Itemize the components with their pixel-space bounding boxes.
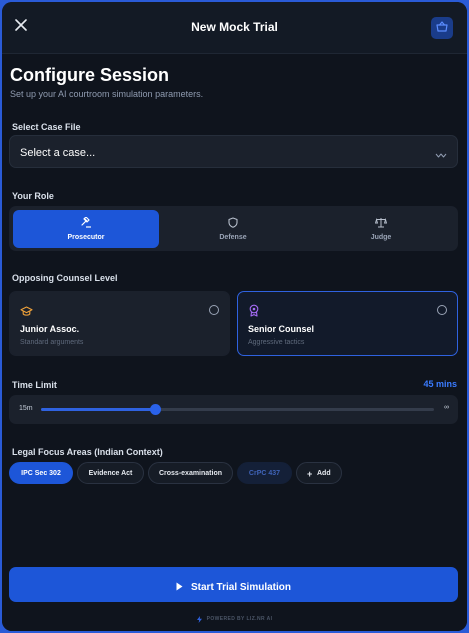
case-file-label: Select Case File: [12, 122, 81, 132]
slider-thumb[interactable]: [149, 404, 161, 415]
focus-chip-cross-examination[interactable]: Cross-examination: [148, 462, 233, 484]
slider-max-label: ∞: [444, 404, 449, 411]
play-icon: [176, 578, 183, 596]
powered-by-text: POWERED BY LIZ.NR AI: [206, 616, 273, 622]
powered-by: POWERED BY LIZ.NR AI: [2, 610, 467, 628]
start-simulation-label: Start Trial Simulation: [190, 581, 292, 593]
slider-min-label: 15m: [19, 405, 33, 412]
chevron-down-icon: [435, 147, 447, 165]
award-icon: [248, 304, 260, 322]
bolt-icon: [196, 610, 202, 628]
add-focus-button[interactable]: + Add: [296, 462, 342, 484]
time-limit-label: Time Limit: [12, 380, 57, 390]
add-focus-label: Add: [317, 470, 331, 477]
role-judge-button[interactable]: Judge: [308, 210, 454, 248]
case-file-select[interactable]: Select a case...: [9, 135, 458, 168]
counsel-senior-card[interactable]: Senior Counsel Aggressive tactics: [237, 291, 458, 356]
counsel-senior-radio[interactable]: [437, 305, 447, 315]
page-title: Configure Session: [10, 65, 170, 85]
role-selector: Prosecutor Defense Judge: [9, 206, 458, 251]
counsel-junior-radio[interactable]: [209, 305, 219, 315]
footer: Start Trial Simulation POWERED BY LIZ.NR…: [2, 555, 467, 631]
start-simulation-button[interactable]: Start Trial Simulation: [9, 567, 458, 602]
header-title: New Mock Trial: [191, 20, 278, 34]
slider-track[interactable]: [41, 404, 434, 415]
time-limit-value: 45 mins: [423, 379, 457, 389]
time-limit-slider: 15m ∞: [9, 395, 458, 424]
counsel-junior-card[interactable]: Junior Assoc. Standard arguments: [9, 291, 230, 356]
plus-icon: +: [307, 469, 313, 479]
basket-icon: [436, 19, 448, 37]
focus-chip-ipc-302[interactable]: IPC Sec 302: [9, 462, 73, 484]
role-label: Your Role: [12, 191, 54, 201]
shield-icon: [160, 217, 306, 229]
app-window: New Mock Trial Configure Session Set up …: [2, 2, 467, 631]
counsel-senior-title: Senior Counsel: [248, 324, 315, 334]
role-defense-button[interactable]: Defense: [160, 210, 306, 248]
header: New Mock Trial: [2, 2, 467, 54]
scales-icon: [308, 217, 454, 229]
case-file-value: Select a case...: [20, 147, 96, 159]
counsel-junior-desc: Standard arguments: [20, 339, 84, 346]
focus-chip-crpc-437[interactable]: CrPC 437: [237, 462, 292, 484]
counsel-junior-title: Junior Assoc.: [20, 324, 80, 334]
counsel-label: Opposing Counsel Level: [12, 273, 118, 283]
counsel-senior-desc: Aggressive tactics: [248, 339, 305, 346]
focus-label: Legal Focus Areas (Indian Context): [12, 447, 163, 457]
role-defense-label: Defense: [219, 234, 247, 241]
focus-chip-evidence-act[interactable]: Evidence Act: [77, 462, 144, 484]
graduation-cap-icon: [20, 304, 33, 322]
role-prosecutor-button[interactable]: Prosecutor: [13, 210, 159, 248]
page-subtitle: Set up your AI courtroom simulation para…: [10, 89, 204, 99]
role-prosecutor-label: Prosecutor: [67, 234, 105, 241]
gavel-icon: [13, 217, 159, 229]
role-judge-label: Judge: [370, 234, 392, 241]
basket-button[interactable]: [431, 17, 453, 39]
slider-fill: [41, 408, 155, 411]
